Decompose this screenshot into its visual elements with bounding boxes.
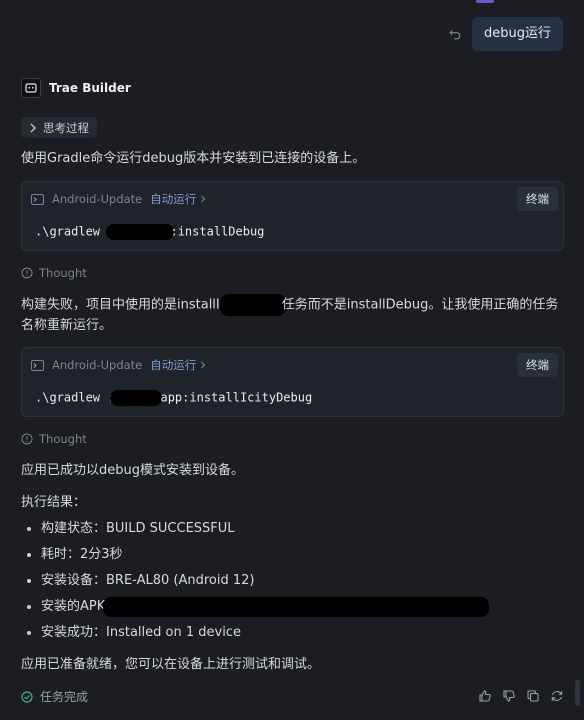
chevron-right-icon [30,123,36,132]
assistant-header: Trae Builder [21,78,131,98]
user-message-bubble: debug运行 [472,17,563,51]
task-status-label: 任务完成 [40,690,89,704]
message-actions [478,689,564,703]
robot-icon [21,78,41,98]
chevron-right-icon [201,195,206,203]
auto-run-link[interactable]: 自动运行 [150,357,206,373]
terminal-block: Android-Update 自动运行 终端 .\gradlew : app:in… [21,347,564,417]
list-item: 构建状态：BUILD SUCCESSFUL [21,516,489,542]
terminal-name: Android-Update [52,358,143,372]
redacted-block [219,294,286,316]
check-circle-icon [21,690,33,703]
intro-text: 使用Gradle命令运行debug版本并安装到已连接的设备上。 [21,151,366,166]
thumbs-down-icon[interactable] [502,689,516,703]
scrollbar-thumb[interactable] [575,680,580,706]
result-list: 构建状态：BUILD SUCCESSFUL 耗时：2分3秒 安装设备：BRE-A… [21,516,490,646]
command-prefix: .\gradlew : [35,224,115,239]
redacted-block [103,597,490,617]
list-item: 安装设备：BRE-AL80 (Android 12) [21,568,489,594]
list-item: 安装成功：Installed on 1 device [21,620,489,646]
thought-indicator: Thought [21,432,87,446]
open-terminal-button[interactable]: 终端 [517,353,558,377]
list-item: 耗时：2分3秒 [21,542,489,568]
auto-run-link[interactable]: 自动运行 [150,191,206,207]
terminal-command: .\gradlew : app:installIcityDebug [35,390,312,406]
thought-label: Thought [39,432,87,446]
build-fail-line1: 构建失败，项目中使用的是installI 任务而不是installDebug。让我… [21,294,558,316]
user-message-row: debug运行 [448,17,563,51]
copy-icon[interactable] [526,689,540,703]
top-accent-strip [476,0,494,3]
command-suffix: :installDebug [170,224,265,239]
auto-run-label: 自动运行 [150,192,197,206]
terminal-icon [31,359,44,371]
list-item: 安装的APK [21,594,490,620]
lightbulb-icon [21,433,33,445]
redacted-block [110,390,163,406]
terminal-command: .\gradlew : :installDebug [35,224,264,240]
result-title: 执行结果： [21,495,87,510]
build-fail-suffix: 任务而不是installDebug。让我使用正确的任务 [281,297,559,313]
auto-run-label: 自动运行 [150,358,197,372]
ready-text: 应用已准备就绪，您可以在设备上进行测试和调试。 [21,657,321,672]
command-prefix: .\gradlew : [35,390,115,405]
success-text: 应用已成功以debug模式安装到设备。 [21,463,244,478]
build-fail-prefix: 构建失败，项目中使用的是installI [21,297,220,313]
think-process-toggle[interactable]: 思考过程 [21,117,97,138]
command-suffix: app:installIcityDebug [160,390,313,405]
thought-label: Thought [39,266,87,280]
think-process-label: 思考过程 [43,120,89,135]
assistant-name: Trae Builder [49,81,131,95]
open-terminal-button[interactable]: 终端 [517,187,558,211]
terminal-icon [31,193,44,205]
redacted-block [106,224,175,240]
chevron-right-icon [201,361,206,369]
lightbulb-icon [21,267,33,279]
terminal-block: Android-Update 自动运行 终端 .\gradlew : :insta… [21,181,564,251]
thought-indicator: Thought [21,266,87,280]
thumbs-up-icon[interactable] [478,689,492,703]
build-fail-line2: 名称重新运行。 [21,318,113,333]
undo-icon[interactable] [448,27,462,41]
terminal-name: Android-Update [52,192,143,206]
refresh-icon[interactable] [550,689,564,703]
task-status: 任务完成 [21,688,88,705]
